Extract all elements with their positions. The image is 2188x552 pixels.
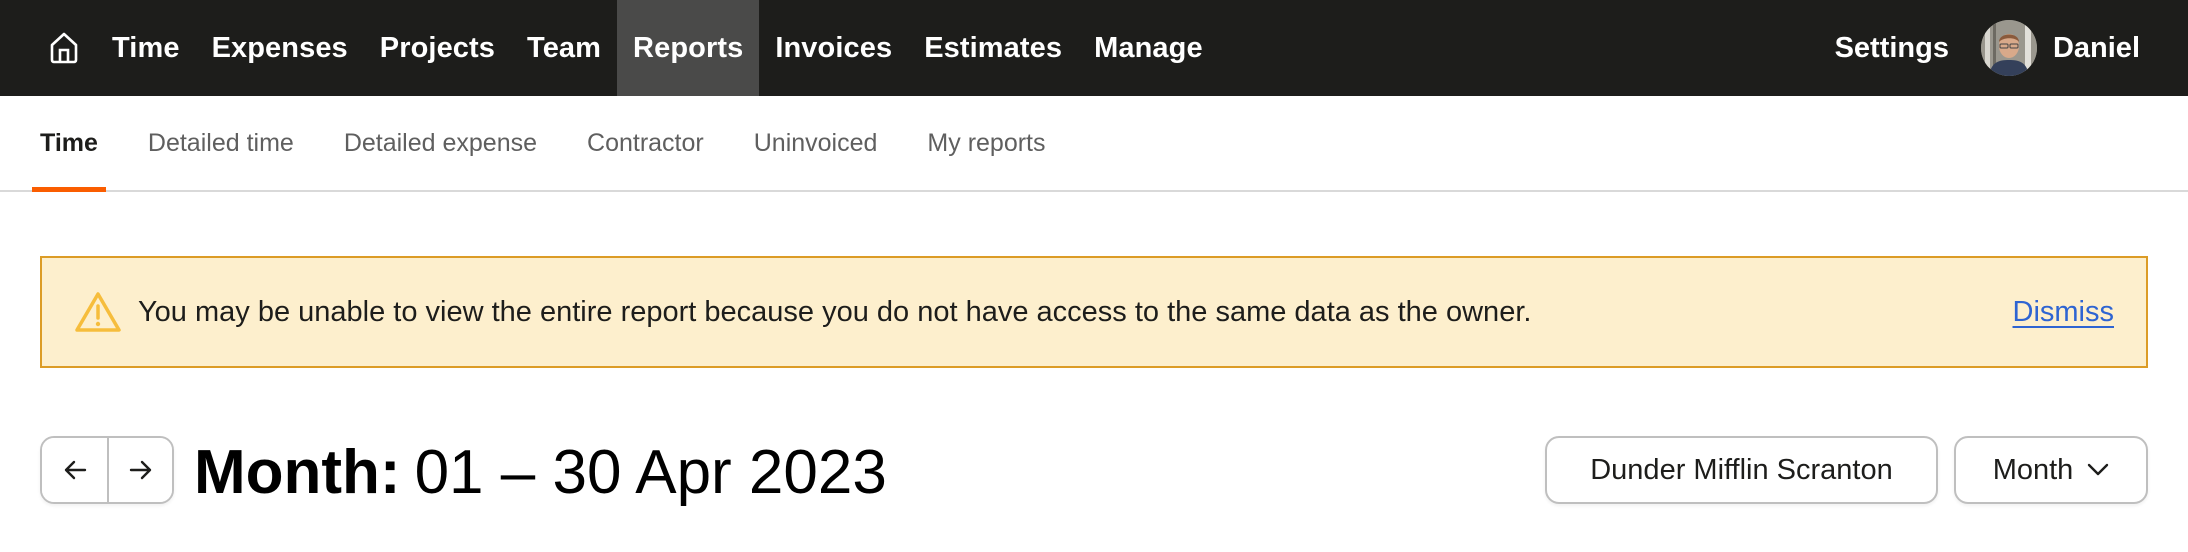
report-period-title: Month: 01 – 30 Apr 2023 bbox=[194, 436, 887, 508]
title-prefix: Month: bbox=[194, 437, 401, 507]
avatar bbox=[1980, 20, 2037, 76]
main-nav: Time Expenses Projects Team Reports Invo… bbox=[96, 0, 1219, 96]
nav-item-time[interactable]: Time bbox=[96, 0, 196, 96]
home-button[interactable] bbox=[42, 26, 86, 70]
user-menu[interactable]: Daniel bbox=[1980, 20, 2140, 76]
chevron-down-icon bbox=[2088, 463, 2109, 476]
client-filter-label: Dunder Mifflin Scranton bbox=[1590, 453, 1893, 486]
arrow-right-icon bbox=[129, 460, 151, 480]
nav-item-expenses[interactable]: Expenses bbox=[196, 0, 364, 96]
nav-right: Settings Daniel bbox=[1835, 0, 2188, 96]
home-icon bbox=[50, 32, 78, 64]
tab-my-reports[interactable]: My reports bbox=[927, 96, 1045, 190]
period-select[interactable]: Month bbox=[1954, 436, 2148, 504]
period-pager bbox=[40, 436, 174, 504]
tab-uninvoiced[interactable]: Uninvoiced bbox=[754, 96, 878, 190]
arrow-left-icon bbox=[64, 460, 86, 480]
tab-contractor[interactable]: Contractor bbox=[587, 96, 704, 190]
warning-icon bbox=[75, 292, 121, 332]
report-tabs: Time Detailed time Detailed expense Cont… bbox=[0, 96, 2188, 192]
next-period-button[interactable] bbox=[107, 438, 172, 502]
nav-item-manage[interactable]: Manage bbox=[1078, 0, 1219, 96]
access-warning-banner: You may be unable to view the entire rep… bbox=[40, 256, 2148, 368]
tab-time[interactable]: Time bbox=[32, 96, 106, 192]
user-name: Daniel bbox=[2052, 31, 2140, 64]
tab-detailed-time[interactable]: Detailed time bbox=[148, 96, 294, 190]
nav-item-projects[interactable]: Projects bbox=[364, 0, 511, 96]
period-select-label: Month bbox=[1992, 453, 2074, 486]
banner-message: You may be unable to view the entire rep… bbox=[138, 295, 1532, 328]
top-navigation-bar: Time Expenses Projects Team Reports Invo… bbox=[0, 0, 2188, 96]
nav-item-reports[interactable]: Reports bbox=[617, 0, 760, 96]
nav-item-team[interactable]: Team bbox=[511, 0, 617, 96]
settings-link[interactable]: Settings bbox=[1835, 32, 1949, 65]
title-range: 01 – 30 Apr 2023 bbox=[414, 437, 887, 507]
dismiss-link[interactable]: Dismiss bbox=[2013, 296, 2115, 329]
client-filter-button[interactable]: Dunder Mifflin Scranton bbox=[1545, 436, 1938, 504]
nav-item-estimates[interactable]: Estimates bbox=[908, 0, 1078, 96]
tab-detailed-expense[interactable]: Detailed expense bbox=[344, 96, 537, 190]
nav-item-invoices[interactable]: Invoices bbox=[759, 0, 908, 96]
avatar-photo bbox=[1980, 20, 2037, 76]
previous-period-button[interactable] bbox=[42, 438, 107, 502]
